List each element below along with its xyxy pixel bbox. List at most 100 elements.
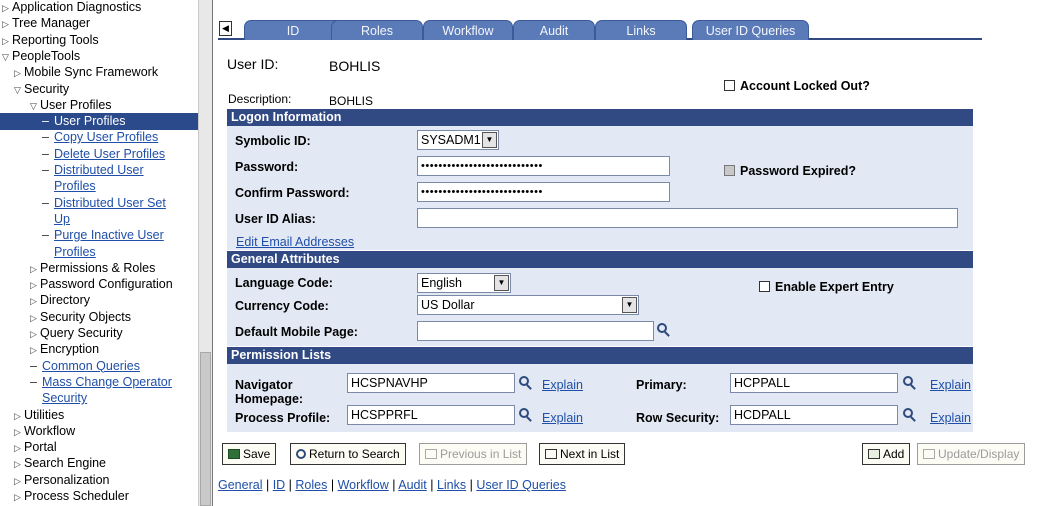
footer-link[interactable]: ID [273, 478, 286, 492]
currency-code-select[interactable]: US Dollar ▼ [417, 295, 639, 315]
edit-email-addresses-link[interactable]: Edit Email Addresses [236, 235, 354, 249]
nav-item[interactable]: ▷ Reporting Tools [2, 32, 99, 48]
triangle-down-icon[interactable]: ▽ [30, 98, 40, 114]
language-code-select[interactable]: English ▼ [417, 273, 511, 293]
navigator-homepage-field[interactable]: HCSPNAVHP [347, 373, 515, 393]
nav-item[interactable]: ▷ Tree Manager [2, 15, 90, 31]
nav-item[interactable]: – User Profiles [42, 113, 126, 129]
explain-process-profile-link[interactable]: Explain [542, 411, 583, 425]
nav-item[interactable]: ▷ Utilities [14, 407, 64, 423]
triangle-down-icon[interactable]: ▽ [14, 82, 24, 98]
tab-links[interactable]: Links [595, 20, 687, 40]
enable-expert-entry-checkbox[interactable] [759, 281, 770, 292]
nav-item[interactable]: – Distributed User Set [42, 195, 166, 211]
triangle-right-icon[interactable]: ▷ [14, 456, 24, 472]
footer-link[interactable]: General [218, 478, 262, 492]
tab-scroll-left-icon[interactable]: ◀ [219, 21, 232, 36]
nav-item-label: Query Security [40, 326, 123, 340]
nav-item[interactable]: ▷ Password Configuration [30, 276, 173, 292]
nav-item[interactable]: – Purge Inactive User [42, 227, 164, 243]
account-locked-checkbox[interactable] [724, 80, 735, 91]
tab-audit[interactable]: Audit [513, 20, 595, 40]
nav-item[interactable]: ▷ Portal [14, 439, 57, 455]
nav-item[interactable]: ▷ Personalization [14, 472, 109, 488]
nav-item[interactable]: Profiles [42, 244, 96, 260]
nav-item[interactable]: ▷ Directory [30, 292, 90, 308]
nav-item[interactable]: ▷ Security Objects [30, 309, 131, 325]
return-to-search-button[interactable]: Return to Search [290, 443, 406, 465]
explain-navigator-link[interactable]: Explain [542, 378, 583, 392]
lookup-icon[interactable] [657, 323, 671, 337]
triangle-right-icon[interactable]: ▷ [14, 424, 24, 440]
confirm-password-field[interactable]: •••••••••••••••••••••••••••• [417, 182, 670, 202]
triangle-right-icon[interactable]: ▷ [30, 261, 40, 277]
nav-item[interactable]: Up [42, 211, 70, 227]
nav-item[interactable]: ▷ Permissions & Roles [30, 260, 155, 276]
user-id-alias-field[interactable] [417, 208, 958, 228]
nav-item[interactable]: ▷ Application Diagnostics [2, 0, 141, 15]
nav-item[interactable]: – Mass Change Operator [30, 374, 172, 390]
footer-link[interactable]: Audit [398, 478, 427, 492]
triangle-right-icon[interactable]: ▷ [14, 65, 24, 81]
lookup-icon[interactable] [903, 376, 917, 390]
triangle-right-icon[interactable]: ▷ [14, 440, 24, 456]
password-field[interactable]: •••••••••••••••••••••••••••• [417, 156, 670, 176]
triangle-right-icon[interactable]: ▷ [30, 342, 40, 358]
triangle-right-icon[interactable]: ▷ [14, 489, 24, 505]
tab-strip: ◀ ID Roles Workflow Audit Links User ID … [218, 20, 982, 40]
save-button[interactable]: Save [222, 443, 277, 465]
triangle-right-icon[interactable]: ▷ [30, 326, 40, 342]
explain-primary-link[interactable]: Explain [930, 378, 971, 392]
add-button[interactable]: Add [862, 443, 911, 465]
triangle-right-icon[interactable]: ▷ [2, 16, 12, 32]
nav-item[interactable]: ▽ PeopleTools [2, 48, 80, 64]
default-mobile-page-field[interactable] [417, 321, 654, 341]
nav-item[interactable]: – Distributed User [42, 162, 144, 178]
primary-field[interactable]: HCPPALL [730, 373, 898, 393]
nav-item[interactable]: Profiles [42, 178, 96, 194]
tab-workflow[interactable]: Workflow [423, 20, 513, 40]
nav-item[interactable]: ▷ Search Engine [14, 455, 106, 471]
tab-roles[interactable]: Roles [331, 20, 423, 40]
nav-item[interactable]: – Copy User Profiles [42, 129, 158, 145]
triangle-right-icon[interactable]: ▷ [30, 293, 40, 309]
chevron-down-icon[interactable]: ▼ [622, 297, 637, 313]
triangle-down-icon[interactable]: ▽ [2, 49, 12, 65]
nav-item[interactable]: ▷ Encryption [30, 341, 99, 357]
footer-link[interactable]: Roles [295, 478, 327, 492]
navigator-homepage-label-line2: Homepage: [235, 392, 304, 406]
triangle-right-icon[interactable]: ▷ [2, 33, 12, 49]
nav-item[interactable]: ▷ Mobile Sync Framework [14, 64, 158, 80]
nav-item[interactable]: ▽ Security [14, 81, 69, 97]
symbolic-id-select[interactable]: SYSADM1 ▼ [417, 130, 499, 150]
lookup-icon[interactable] [519, 376, 533, 390]
triangle-right-icon[interactable]: ▷ [14, 408, 24, 424]
nav-item[interactable]: ▷ Query Security [30, 325, 123, 341]
lookup-icon[interactable] [519, 408, 533, 422]
process-profile-field[interactable]: HCSPPRFL [347, 405, 515, 425]
nav-item[interactable]: Security [30, 390, 87, 406]
nav-item[interactable]: ▷ Workflow [14, 423, 75, 439]
scrollbar-thumb[interactable] [200, 352, 211, 506]
triangle-right-icon[interactable]: ▷ [2, 0, 12, 16]
nav-item[interactable]: ▽ User Profiles [30, 97, 112, 113]
footer-link[interactable]: Links [437, 478, 466, 492]
nav-item[interactable]: – Common Queries [30, 358, 140, 374]
nav-item-label: Up [54, 211, 70, 226]
chevron-down-icon[interactable]: ▼ [494, 275, 509, 291]
nav-scrollbar[interactable] [198, 0, 212, 506]
triangle-right-icon[interactable]: ▷ [14, 473, 24, 489]
nav-item[interactable]: – Delete User Profiles [42, 146, 165, 162]
triangle-right-icon[interactable]: ▷ [30, 310, 40, 326]
next-in-list-button[interactable]: Next in List [539, 443, 626, 465]
row-security-field[interactable]: HCDPALL [730, 405, 898, 425]
triangle-right-icon[interactable]: ▷ [30, 277, 40, 293]
explain-row-security-link[interactable]: Explain [930, 411, 971, 425]
footer-link[interactable]: User ID Queries [476, 478, 566, 492]
nav-item[interactable]: ▷ Process Scheduler [14, 488, 129, 504]
lookup-icon[interactable] [903, 408, 917, 422]
chevron-down-icon[interactable]: ▼ [482, 132, 497, 148]
footer-link[interactable]: Workflow [338, 478, 389, 492]
tab-user-id-queries[interactable]: User ID Queries [692, 20, 809, 40]
tab-id[interactable]: ID [244, 20, 342, 40]
